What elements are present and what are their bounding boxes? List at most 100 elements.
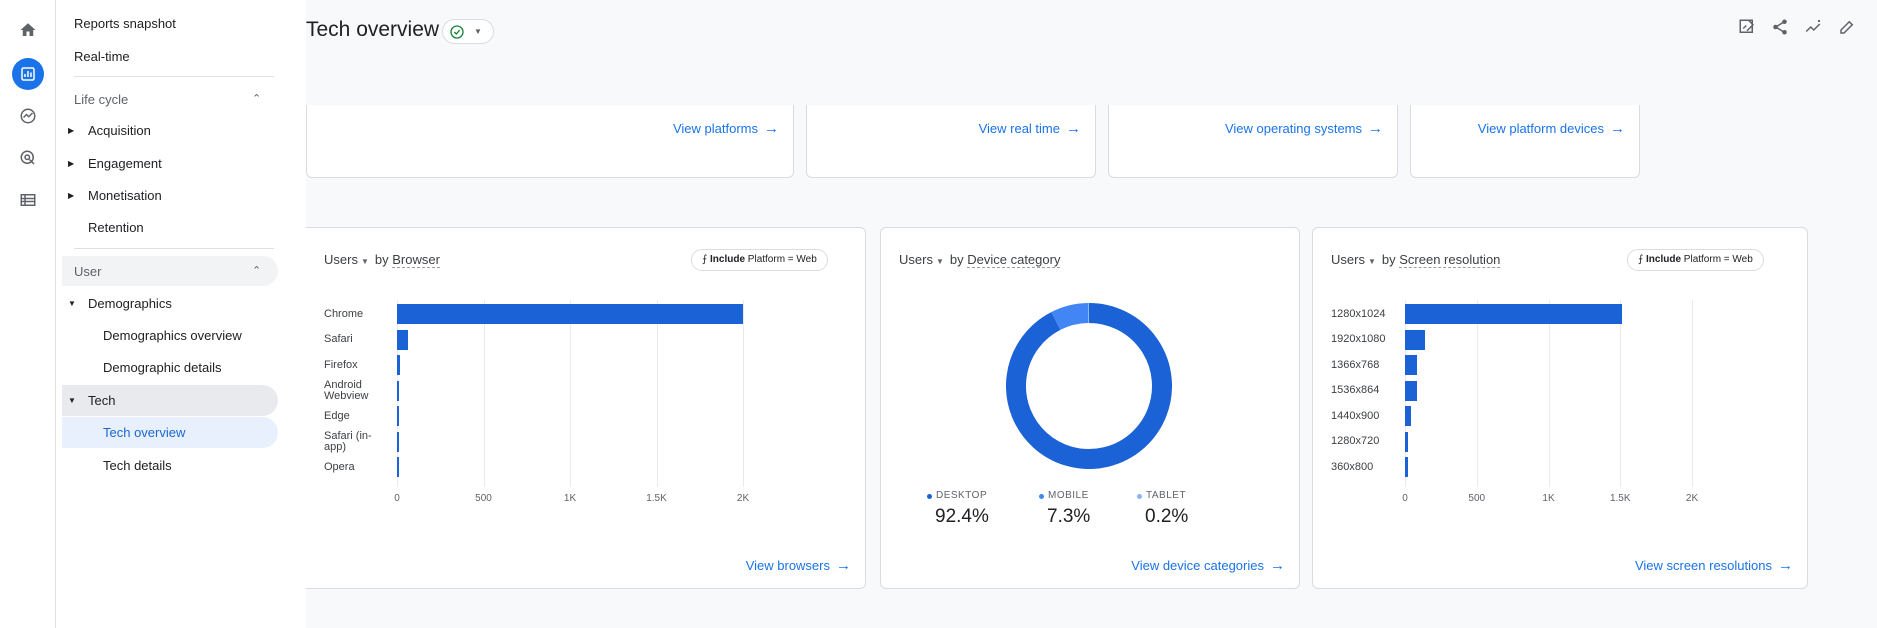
reports-icon[interactable] xyxy=(12,58,44,90)
nav-reports-snapshot[interactable]: Reports snapshot xyxy=(74,16,176,31)
report-navigation: Reports snapshot Real-time Life cycle ⌃ … xyxy=(56,0,306,628)
explore-icon[interactable] xyxy=(14,102,42,130)
metric-selector[interactable]: Users xyxy=(899,252,933,267)
bar-category-label: 1280x1024 xyxy=(1331,307,1386,320)
gridline xyxy=(570,300,571,487)
bar-category-label: Opera xyxy=(324,460,355,473)
nav-demographics[interactable]: Demographics xyxy=(88,296,172,311)
bar-category-label: Safari xyxy=(324,333,353,345)
dimension-selector[interactable]: Screen resolution xyxy=(1399,252,1501,268)
browser-card: Users ▼ by Browser ⨍ Include Platform = We… xyxy=(306,227,866,589)
bar[interactable] xyxy=(1405,380,1418,401)
metric-selector[interactable]: Users xyxy=(324,252,358,267)
donut-slice-desktop[interactable] xyxy=(1006,303,1172,469)
bar[interactable] xyxy=(397,457,399,477)
collapse-arrow-icon[interactable]: ▼ xyxy=(68,396,76,405)
bar-category-label: 360x800 xyxy=(1331,460,1374,473)
advertising-icon[interactable] xyxy=(14,144,42,172)
bar[interactable] xyxy=(397,431,399,452)
realtime-card: View real time → xyxy=(806,105,1096,178)
report-status-dropdown[interactable]: ▼ xyxy=(442,19,494,44)
expand-arrow-icon[interactable]: ▶ xyxy=(68,159,74,168)
bar[interactable] xyxy=(397,355,401,375)
bar[interactable] xyxy=(1405,304,1622,324)
filter-icon: ⨍ xyxy=(702,254,708,265)
operating-systems-card: View operating systems → xyxy=(1108,105,1398,178)
bar[interactable] xyxy=(397,406,399,426)
insights-icon[interactable] xyxy=(1802,16,1824,38)
dropdown-arrow-icon: ▼ xyxy=(474,27,482,36)
metric-selector[interactable]: Users xyxy=(1331,252,1365,267)
filter-chip[interactable]: ⨍ Include Platform = Web xyxy=(691,249,828,271)
expand-arrow-icon[interactable]: ▶ xyxy=(68,191,74,200)
view-device-categories-link[interactable]: View device categories → xyxy=(1131,557,1285,574)
nav-section-user[interactable]: User xyxy=(74,264,101,279)
bar[interactable] xyxy=(1405,406,1412,426)
bar[interactable] xyxy=(1405,355,1418,375)
arrow-right-icon: → xyxy=(1368,120,1383,137)
axis-tick-label: 1K xyxy=(563,492,577,504)
legend-value: 92.4% xyxy=(935,506,989,527)
filter-chip[interactable]: ⨍ Include Platform = Web xyxy=(1627,249,1764,271)
gridline xyxy=(1476,300,1478,487)
view-operating-systems-link[interactable]: View operating systems → xyxy=(1225,120,1383,137)
legend-value: 0.2% xyxy=(1145,506,1189,527)
axis-tick-label: 1.5K xyxy=(646,492,667,504)
dimension-selector[interactable]: Browser xyxy=(392,252,440,268)
bar[interactable] xyxy=(1405,431,1408,452)
view-realtime-link[interactable]: View real time → xyxy=(979,120,1081,137)
dimension-selector[interactable]: Device category xyxy=(967,252,1061,268)
platforms-card: View platforms → xyxy=(306,105,794,178)
arrow-right-icon: → xyxy=(1610,120,1625,137)
collapse-arrow-icon[interactable]: ▼ xyxy=(68,299,76,308)
expand-arrow-icon[interactable]: ▶ xyxy=(68,126,74,135)
bar[interactable] xyxy=(397,380,399,401)
dropdown-arrow-icon: ▼ xyxy=(1367,257,1376,266)
chevron-up-icon[interactable]: ⌃ xyxy=(252,92,261,105)
nav-section-lifecycle[interactable]: Life cycle xyxy=(74,92,128,107)
arrow-right-icon: → xyxy=(764,120,779,137)
legend-label: MOBILE xyxy=(1048,490,1089,501)
edit-icon[interactable] xyxy=(1836,16,1858,38)
nav-engagement[interactable]: Engagement xyxy=(88,156,162,171)
nav-realtime[interactable]: Real-time xyxy=(74,49,130,64)
view-screen-resolutions-link[interactable]: View screen resolutions → xyxy=(1635,557,1793,574)
axis-tick-label: 500 xyxy=(475,492,492,504)
nav-divider xyxy=(74,248,274,249)
bar[interactable] xyxy=(1405,457,1408,477)
configure-icon[interactable] xyxy=(14,186,42,214)
bar[interactable] xyxy=(397,329,409,350)
nav-demographics-overview[interactable]: Demographics overview xyxy=(103,328,242,343)
dropdown-arrow-icon: ▼ xyxy=(360,257,369,266)
share-icon[interactable] xyxy=(1769,16,1791,38)
legend-label: DESKTOP xyxy=(936,490,988,501)
nav-acquisition[interactable]: Acquisition xyxy=(88,123,151,138)
axis-tick-label: 0 xyxy=(1402,492,1408,504)
axis-tick-label: 1K xyxy=(1542,492,1555,504)
card-title: Users ▼ by Browser xyxy=(324,252,440,268)
nav-tech-details[interactable]: Tech details xyxy=(103,458,172,473)
donut-slice-mobile[interactable] xyxy=(1051,303,1089,331)
nav-demographic-details[interactable]: Demographic details xyxy=(103,360,222,375)
nav-monetisation[interactable]: Monetisation xyxy=(88,188,162,203)
legend-value: 7.3% xyxy=(1047,506,1091,527)
arrow-right-icon: → xyxy=(1778,557,1793,574)
bar-category-label: Firefox xyxy=(324,358,358,371)
bar[interactable] xyxy=(1405,329,1426,350)
legend-dot xyxy=(1039,494,1044,499)
view-platform-devices-link[interactable]: View platform devices → xyxy=(1478,120,1625,137)
arrow-right-icon: → xyxy=(836,557,851,574)
bar-category-label: 1440x900 xyxy=(1331,409,1380,422)
check-circle-icon xyxy=(450,25,464,39)
gridline xyxy=(743,300,744,487)
bar[interactable] xyxy=(397,304,743,324)
view-platforms-link[interactable]: View platforms → xyxy=(673,120,779,137)
nav-retention[interactable]: Retention xyxy=(88,220,144,235)
view-browsers-link[interactable]: View browsers → xyxy=(746,557,851,574)
chevron-up-icon[interactable]: ⌃ xyxy=(252,264,261,277)
main-content: Tech overview ▼ View platforms → View rea… xyxy=(306,0,1877,628)
customize-report-icon[interactable] xyxy=(1736,16,1758,38)
nav-tech-overview[interactable]: Tech overview xyxy=(103,425,185,440)
nav-tech[interactable]: Tech xyxy=(88,393,115,408)
home-icon[interactable] xyxy=(14,16,42,44)
